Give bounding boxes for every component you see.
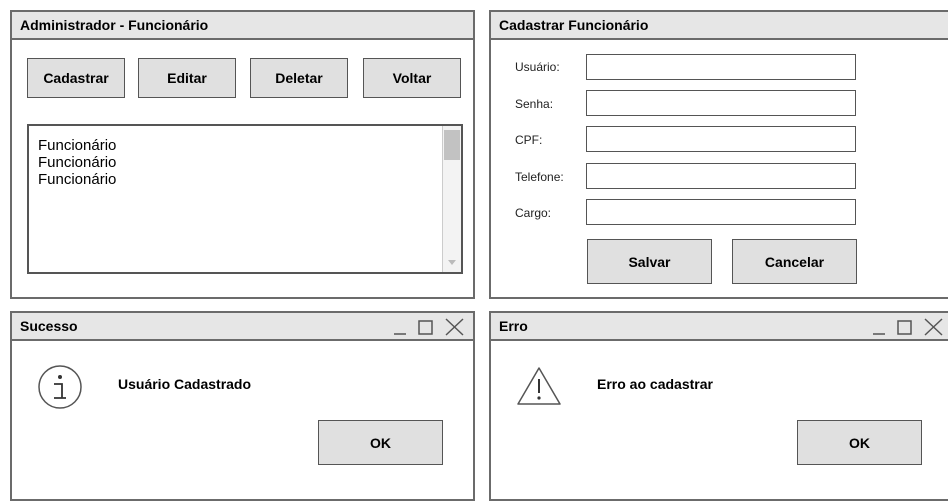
cancel-button[interactable]: Cancelar [732,239,857,284]
list-scrollbar[interactable] [442,126,461,272]
error-ok-button[interactable]: OK [797,420,922,465]
telefone-label: Telefone: [515,170,564,184]
warning-icon [517,367,561,405]
deletar-button[interactable]: Deletar [250,58,348,98]
success-title: Sucesso [20,318,78,334]
success-ok-button[interactable]: OK [318,420,443,465]
usuario-label: Usuário: [515,60,560,74]
voltar-button[interactable]: Voltar [363,58,461,98]
info-icon [38,365,82,409]
scroll-thumb[interactable] [444,130,460,160]
admin-title: Administrador - Funcionário [20,17,209,33]
list-item[interactable]: Funcionário [38,137,116,154]
close-icon[interactable] [924,318,943,336]
register-title: Cadastrar Funcionário [499,17,649,33]
admin-window: Administrador - Funcionário Cadastrar Ed… [10,10,475,299]
error-message: Erro ao cadastrar [597,376,713,392]
error-dialog: Erro Erro ao cadastrar OK [489,311,948,501]
maximize-icon[interactable] [897,320,912,335]
list-item[interactable]: Funcionário [38,154,116,171]
register-titlebar: Cadastrar Funcionário [491,12,948,40]
scroll-down-icon[interactable] [448,260,456,265]
maximize-icon[interactable] [418,320,433,335]
usuario-field[interactable] [586,54,856,80]
window-controls [394,318,464,336]
senha-field[interactable] [586,90,856,116]
cargo-field[interactable] [586,199,856,225]
senha-label: Senha: [515,97,554,111]
error-titlebar: Erro [491,313,948,341]
editar-button[interactable]: Editar [138,58,236,98]
error-title: Erro [499,318,528,334]
success-message: Usuário Cadastrado [118,376,252,392]
telefone-field[interactable] [586,163,856,189]
success-titlebar: Sucesso [12,313,473,341]
window-controls [873,318,943,336]
cargo-label: Cargo: [515,206,552,220]
cpf-label: CPF: [515,133,543,147]
close-icon[interactable] [445,318,464,336]
register-window: Cadastrar Funcionário Usuário: Senha: CP… [489,10,948,299]
employee-list[interactable]: Funcionário Funcionário Funcionário [27,124,463,274]
success-dialog: Sucesso Usuário Cadastrado OK [10,311,475,501]
cadastrar-button[interactable]: Cadastrar [27,58,125,98]
admin-titlebar: Administrador - Funcionário [12,12,473,40]
save-button[interactable]: Salvar [587,239,712,284]
list-item[interactable]: Funcionário [38,171,116,188]
cpf-field[interactable] [586,126,856,152]
